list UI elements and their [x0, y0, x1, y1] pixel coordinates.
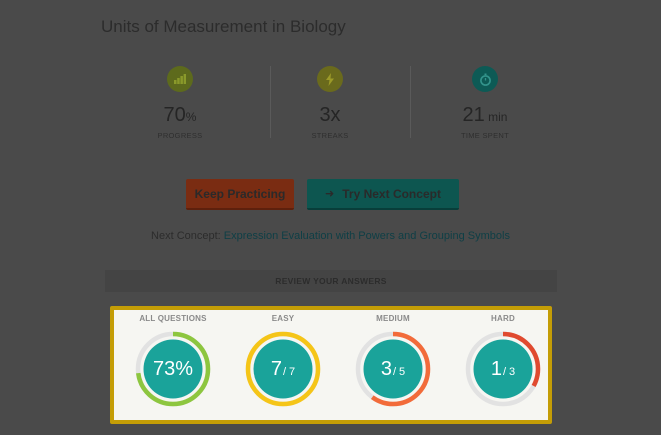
hard-ring: 1/ 3: [464, 330, 542, 408]
try-next-concept-button[interactable]: ➜ Try Next Concept: [307, 179, 459, 210]
stat-time-spent: 21 min TIME SPENT: [425, 62, 545, 140]
easy-ring: 7/ 7: [244, 330, 322, 408]
hard-label: HARD: [491, 314, 515, 323]
page-title: Units of Measurement in Biology: [101, 17, 346, 36]
stopwatch-icon: [472, 66, 498, 92]
try-next-concept-label: Try Next Concept: [342, 186, 441, 201]
next-concept-link[interactable]: Expression Evaluation with Powers and Gr…: [224, 230, 510, 242]
easy-score: 7/ 7: [270, 357, 296, 380]
lightning-icon: [317, 66, 343, 92]
all-questions-label: ALL QUESTIONS: [139, 314, 207, 323]
stat-progress: 70% PROGRESS: [120, 62, 240, 140]
bar-chart-icon: [167, 66, 193, 92]
time-spent-value: 21 min: [462, 104, 508, 126]
review-summary-panel: ALL QUESTIONS 73% EASY 7/ 7 MEDIUM 3 / 5…: [110, 306, 552, 424]
next-concept-prefix: Next Concept:: [151, 230, 221, 242]
medium-score: 3/ 5: [380, 357, 406, 380]
progress-value: 70%: [163, 104, 197, 126]
keep-practicing-button[interactable]: Keep Practicing: [186, 179, 294, 210]
stat-streaks: 3x STREAKS: [270, 62, 390, 140]
next-concept-line: Next Concept: Expression Evaluation with…: [0, 230, 661, 242]
arrow-right-icon: ➜: [325, 188, 335, 200]
progress-label: PROGRESS: [157, 131, 203, 140]
time-spent-label: TIME SPENT: [460, 131, 509, 140]
stats-row: 70% PROGRESS 3x STREAKS 21 min TIME SPEN…: [120, 62, 560, 152]
divider: [410, 66, 411, 138]
streaks-label: STREAKS: [311, 131, 349, 140]
medium-ring: 3/ 5: [354, 330, 432, 408]
all-questions-ring: 73%: [134, 330, 212, 408]
review-answers-header[interactable]: REVIEW YOUR ANSWERS: [105, 270, 557, 292]
hard-score: 1/ 3: [490, 357, 516, 380]
review-hard[interactable]: HARD 1/ 3: [448, 314, 558, 408]
streaks-value: 3x: [319, 104, 341, 126]
all-questions-score: 73%: [152, 357, 194, 380]
review-all-questions[interactable]: ALL QUESTIONS 73%: [118, 314, 228, 408]
easy-label: EASY: [271, 314, 295, 323]
review-easy[interactable]: EASY 7/ 7: [228, 314, 338, 408]
medium-label: MEDIUM: [376, 314, 410, 323]
review-medium[interactable]: MEDIUM 3/ 5: [338, 314, 448, 408]
